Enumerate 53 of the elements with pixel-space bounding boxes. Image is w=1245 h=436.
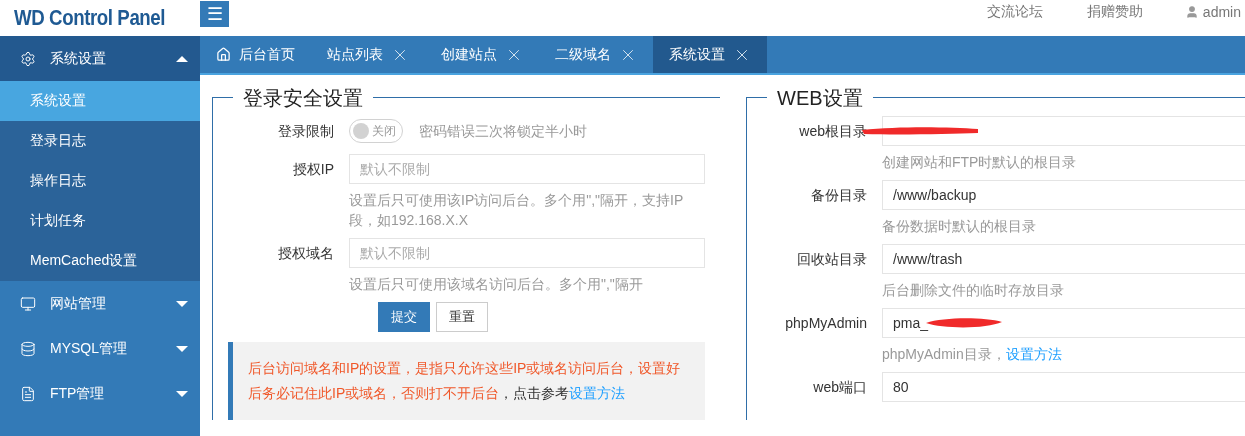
- sidebar-item[interactable]: 登录日志: [0, 121, 200, 161]
- field-label: web根目录: [798, 122, 867, 141]
- field-label: 登录限制: [277, 122, 334, 141]
- input-field[interactable]: [882, 116, 1245, 146]
- sidebar-group[interactable]: 系统设置: [0, 36, 200, 81]
- document-icon: [20, 385, 36, 402]
- notice-text: 后台访问域名和IP的设置，是指只允许这些IP或域名访问后台，设置好后务必记住此IP或域名，否则打不开后台，点击参考设置方法: [228, 342, 705, 420]
- input-field[interactable]: /www/trash: [882, 244, 1245, 274]
- tab[interactable]: 系统设置: [653, 36, 767, 73]
- field-label: web端口: [812, 378, 867, 397]
- sidebar-item[interactable]: 计划任务: [0, 201, 200, 241]
- input-field[interactable]: 80: [882, 372, 1245, 402]
- database-icon: [20, 340, 36, 357]
- help-link[interactable]: 设置方法: [1005, 346, 1062, 362]
- field-label: 回收站目录: [796, 250, 867, 269]
- field-label: phpMyAdmin: [784, 314, 867, 333]
- input-field[interactable]: 默认不限制: [349, 154, 705, 184]
- help-link[interactable]: 设置方法: [569, 385, 626, 401]
- sidebar-item[interactable]: MemCached设置: [0, 241, 200, 281]
- gear-icon: [20, 50, 36, 67]
- reset-button[interactable]: 重置: [436, 302, 488, 332]
- caret-icon: [176, 55, 188, 62]
- tab[interactable]: 创建站点: [425, 36, 539, 73]
- menu-button[interactable]: ☰: [200, 1, 229, 27]
- tab[interactable]: 二级域名: [539, 36, 653, 73]
- input-field[interactable]: pma_: [882, 308, 1245, 338]
- field-label: 授权IP: [291, 160, 334, 179]
- user-icon: [1184, 5, 1199, 19]
- home-icon: [216, 47, 231, 62]
- sidebar-item[interactable]: 操作日志: [0, 161, 200, 201]
- monitor-icon: [20, 295, 36, 312]
- help-text: 备份数据时默认的根目录: [882, 217, 1037, 236]
- input-field[interactable]: 默认不限制: [349, 238, 705, 268]
- tab[interactable]: 站点列表: [311, 36, 425, 73]
- help-text: 设置后只可使用该域名访问后台。多个用","隔开: [349, 275, 644, 294]
- hint-text: 密码错误三次将锁定半小时: [419, 122, 587, 141]
- help-text: 设置后只可使用该IP访问后台。多个用","隔开，支持IP段，如192.168.X.X: [349, 191, 685, 230]
- field-label: 备份目录: [810, 186, 867, 205]
- tab[interactable]: 后台首页: [200, 36, 311, 73]
- toggle-switch[interactable]: 关闭: [349, 119, 403, 143]
- sidebar-item[interactable]: 系统设置: [0, 81, 200, 121]
- submit-button[interactable]: 提交: [378, 302, 430, 332]
- help-text: phpMyAdmin目录，设置方法: [882, 345, 1063, 364]
- help-text: 后台删除文件的临时存放目录: [882, 281, 1065, 300]
- header-link[interactable]: 捐赠赞助: [1064, 3, 1165, 21]
- caret-icon: [176, 300, 188, 307]
- help-text: 创建网站和FTP时默认的根目录: [882, 153, 1078, 172]
- user-menu[interactable]: admin: [1164, 4, 1245, 20]
- caret-icon: [176, 390, 188, 397]
- input-field[interactable]: /www/backup: [882, 180, 1245, 210]
- caret-icon: [176, 345, 188, 352]
- field-label: 授权域名: [277, 244, 334, 263]
- header-link[interactable]: 交流论坛: [964, 3, 1065, 21]
